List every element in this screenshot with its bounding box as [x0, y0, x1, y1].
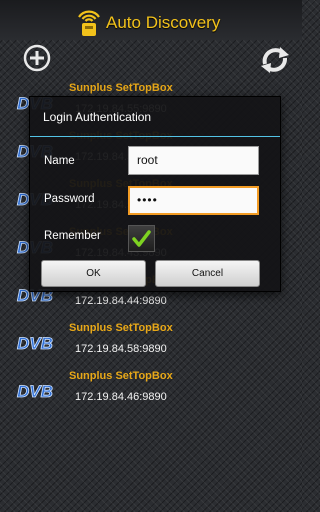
cancel-button[interactable]: Cancel — [155, 260, 260, 287]
device-name: Sunplus SetTopBox — [69, 322, 173, 334]
remember-label: Remember — [44, 230, 101, 242]
dvb-logo-icon: DVB — [16, 334, 56, 354]
device-address: 172.19.84.46:9890 — [75, 391, 167, 403]
ok-button[interactable]: OK — [41, 260, 146, 287]
wifi-stb-icon — [76, 8, 102, 38]
page-title: Auto Discovery — [106, 13, 221, 32]
name-label: Name — [44, 155, 75, 167]
device-name: Sunplus SetTopBox — [69, 370, 173, 382]
checkmark-icon — [132, 230, 151, 247]
dvb-logo-icon: DVB — [16, 382, 56, 402]
add-device-button[interactable] — [23, 44, 51, 72]
device-list-item[interactable]: DVB Sunplus SetTopBox 172.19.84.46:9890 — [0, 366, 302, 414]
auto-discovery-screen: Auto Discovery DVB Sunplus SetTopBox 172.1… — [0, 0, 302, 512]
device-list-item[interactable]: DVB Sunplus SetTopBox 172.19.84.58:9890 — [0, 318, 302, 366]
title-bar: Auto Discovery — [76, 6, 220, 40]
name-field[interactable]: root — [128, 146, 259, 175]
refresh-icon — [261, 47, 289, 73]
dialog-divider — [30, 136, 280, 137]
remember-checkbox[interactable] — [128, 225, 155, 252]
login-dialog: Login Authentication Name root Password … — [29, 96, 281, 292]
device-address: 172.19.84.44:9890 — [75, 295, 167, 307]
add-circle-icon — [23, 44, 51, 72]
password-label: Password — [44, 193, 95, 205]
device-name: Sunplus SetTopBox — [69, 82, 173, 94]
dialog-title: Login Authentication — [43, 110, 152, 124]
password-field[interactable]: •••• — [128, 186, 259, 215]
refresh-button[interactable] — [258, 44, 292, 76]
device-address: 172.19.84.58:9890 — [75, 343, 167, 355]
svg-text:DVB: DVB — [17, 334, 53, 352]
svg-text:DVB: DVB — [17, 382, 53, 400]
